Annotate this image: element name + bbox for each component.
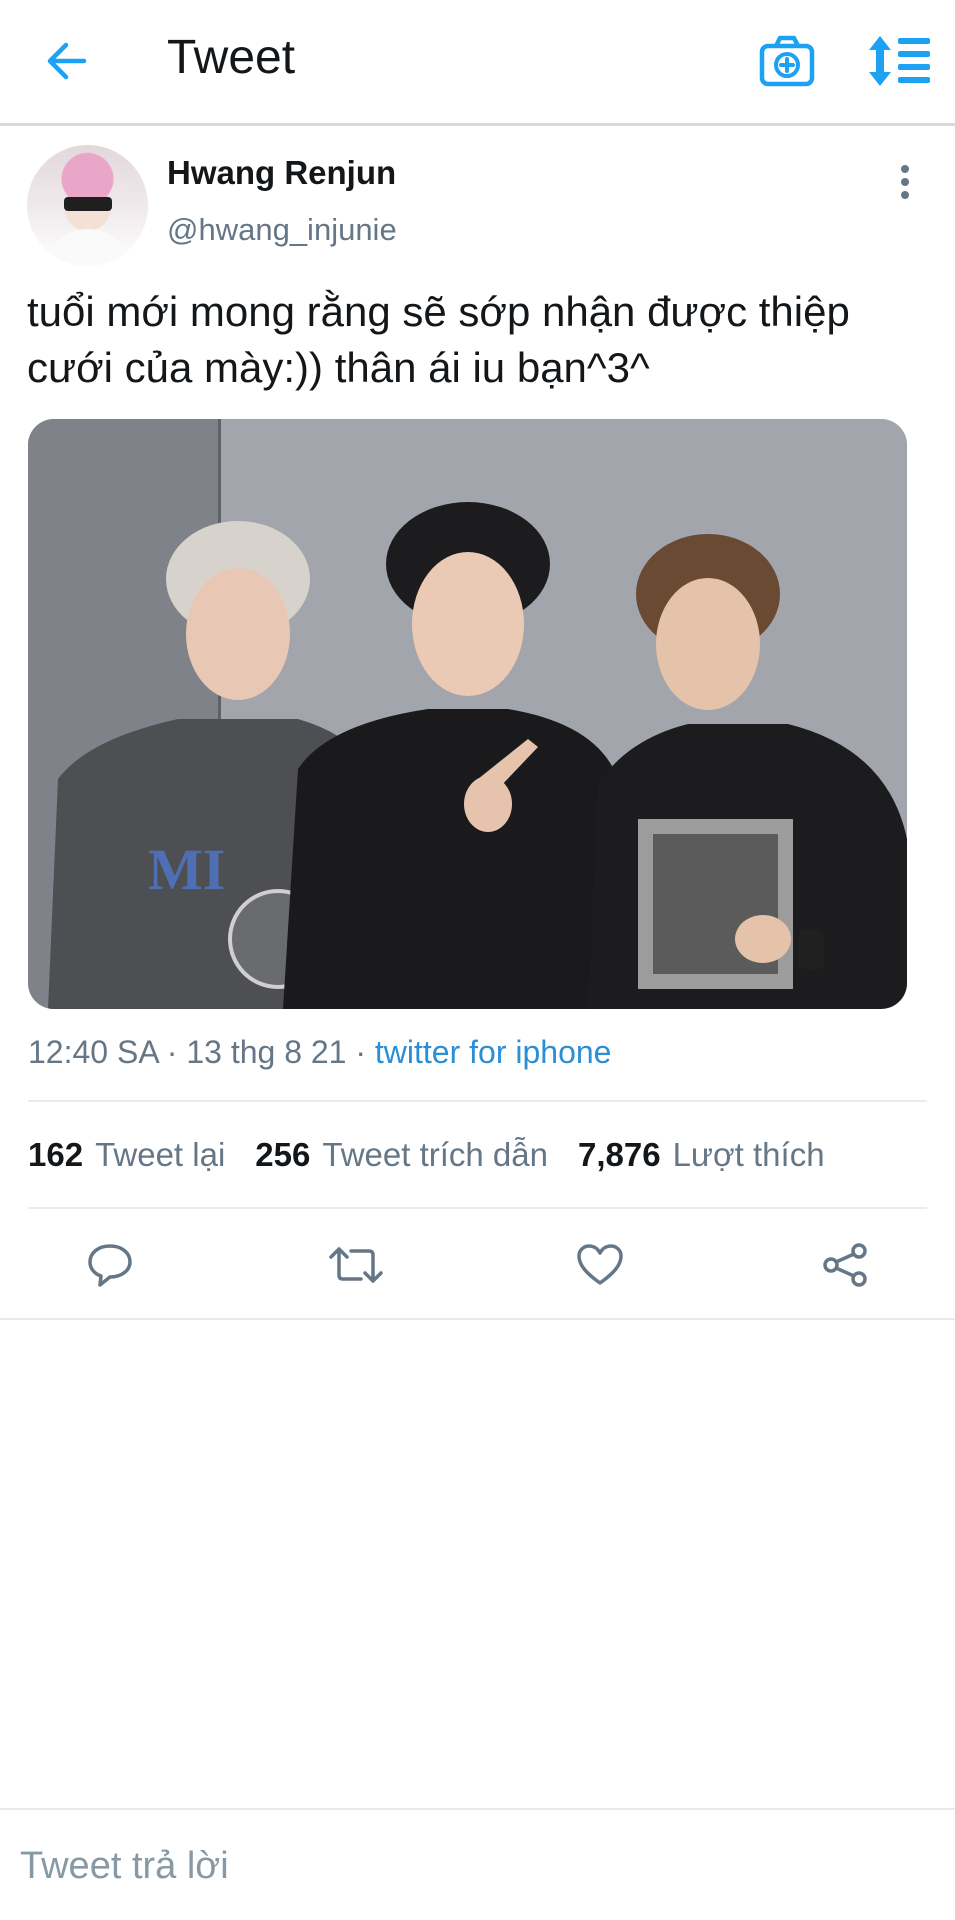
avatar-glasses bbox=[64, 197, 112, 211]
reply-bar bbox=[0, 1808, 955, 1920]
tweet-stats: 162 Tweet lại 256 Tweet trích dẫn 7,876 Lượ… bbox=[28, 1136, 825, 1174]
tweet-timestamp: 12:40 SA · 13 thg 8 21 · bbox=[28, 1034, 375, 1070]
likes-stat[interactable]: 7,876 Lượt thích bbox=[578, 1136, 825, 1174]
tweet-photo[interactable]: MI bbox=[28, 419, 907, 1009]
more-options-button[interactable] bbox=[890, 162, 920, 202]
back-button[interactable] bbox=[36, 28, 96, 94]
divider bbox=[28, 1100, 927, 1102]
like-icon bbox=[577, 1244, 623, 1285]
retweet-button[interactable] bbox=[326, 1236, 386, 1294]
retweets-count: 162 bbox=[28, 1136, 84, 1173]
page-title: Tweet bbox=[167, 31, 296, 84]
retweets-stat[interactable]: 162 Tweet lại bbox=[28, 1136, 225, 1174]
camera-add-icon bbox=[759, 35, 815, 87]
reply-button[interactable] bbox=[80, 1236, 140, 1294]
share-button[interactable] bbox=[815, 1236, 875, 1294]
quotes-count: 256 bbox=[255, 1136, 311, 1173]
like-button[interactable] bbox=[570, 1236, 630, 1294]
svg-text:MI: MI bbox=[148, 837, 225, 902]
author-avatar[interactable] bbox=[27, 145, 148, 266]
top-app-bar: Tweet bbox=[0, 0, 955, 126]
author-name[interactable]: Hwang Renjun bbox=[167, 154, 396, 192]
retweets-label: Tweet lại bbox=[95, 1136, 226, 1173]
likes-count: 7,876 bbox=[577, 1136, 661, 1173]
sort-list-icon bbox=[869, 36, 930, 86]
quotes-label: Tweet trích dẫn bbox=[322, 1136, 548, 1173]
divider bbox=[28, 1207, 927, 1209]
likes-label: Lượt thích bbox=[672, 1136, 825, 1173]
quotes-stat[interactable]: 256 Tweet trích dẫn bbox=[255, 1136, 548, 1174]
sort-button[interactable] bbox=[866, 32, 932, 90]
camera-button[interactable] bbox=[756, 32, 818, 90]
retweet-icon bbox=[329, 1247, 383, 1283]
avatar-shirt bbox=[47, 229, 129, 266]
share-icon bbox=[823, 1243, 867, 1287]
divider bbox=[0, 1318, 955, 1320]
tweet-text: tuổi mới mong rằng sẽ sớp nhận được thiệ… bbox=[27, 288, 850, 391]
author-handle[interactable]: @hwang_injunie bbox=[167, 212, 397, 248]
photo-illustration: MI bbox=[28, 419, 907, 1009]
reply-icon bbox=[88, 1244, 132, 1287]
tweet-detail-screen: Tweet Hwang Renjun @hwang_injunie tuổi m… bbox=[0, 0, 955, 1920]
more-vertical-icon bbox=[901, 165, 909, 199]
tweet-source-link[interactable]: twitter for iphone bbox=[375, 1034, 612, 1070]
reply-input[interactable] bbox=[20, 1836, 920, 1896]
tweet-meta: 12:40 SA · 13 thg 8 21 · twitter for iph… bbox=[28, 1034, 611, 1071]
arrow-left-icon bbox=[47, 42, 87, 80]
